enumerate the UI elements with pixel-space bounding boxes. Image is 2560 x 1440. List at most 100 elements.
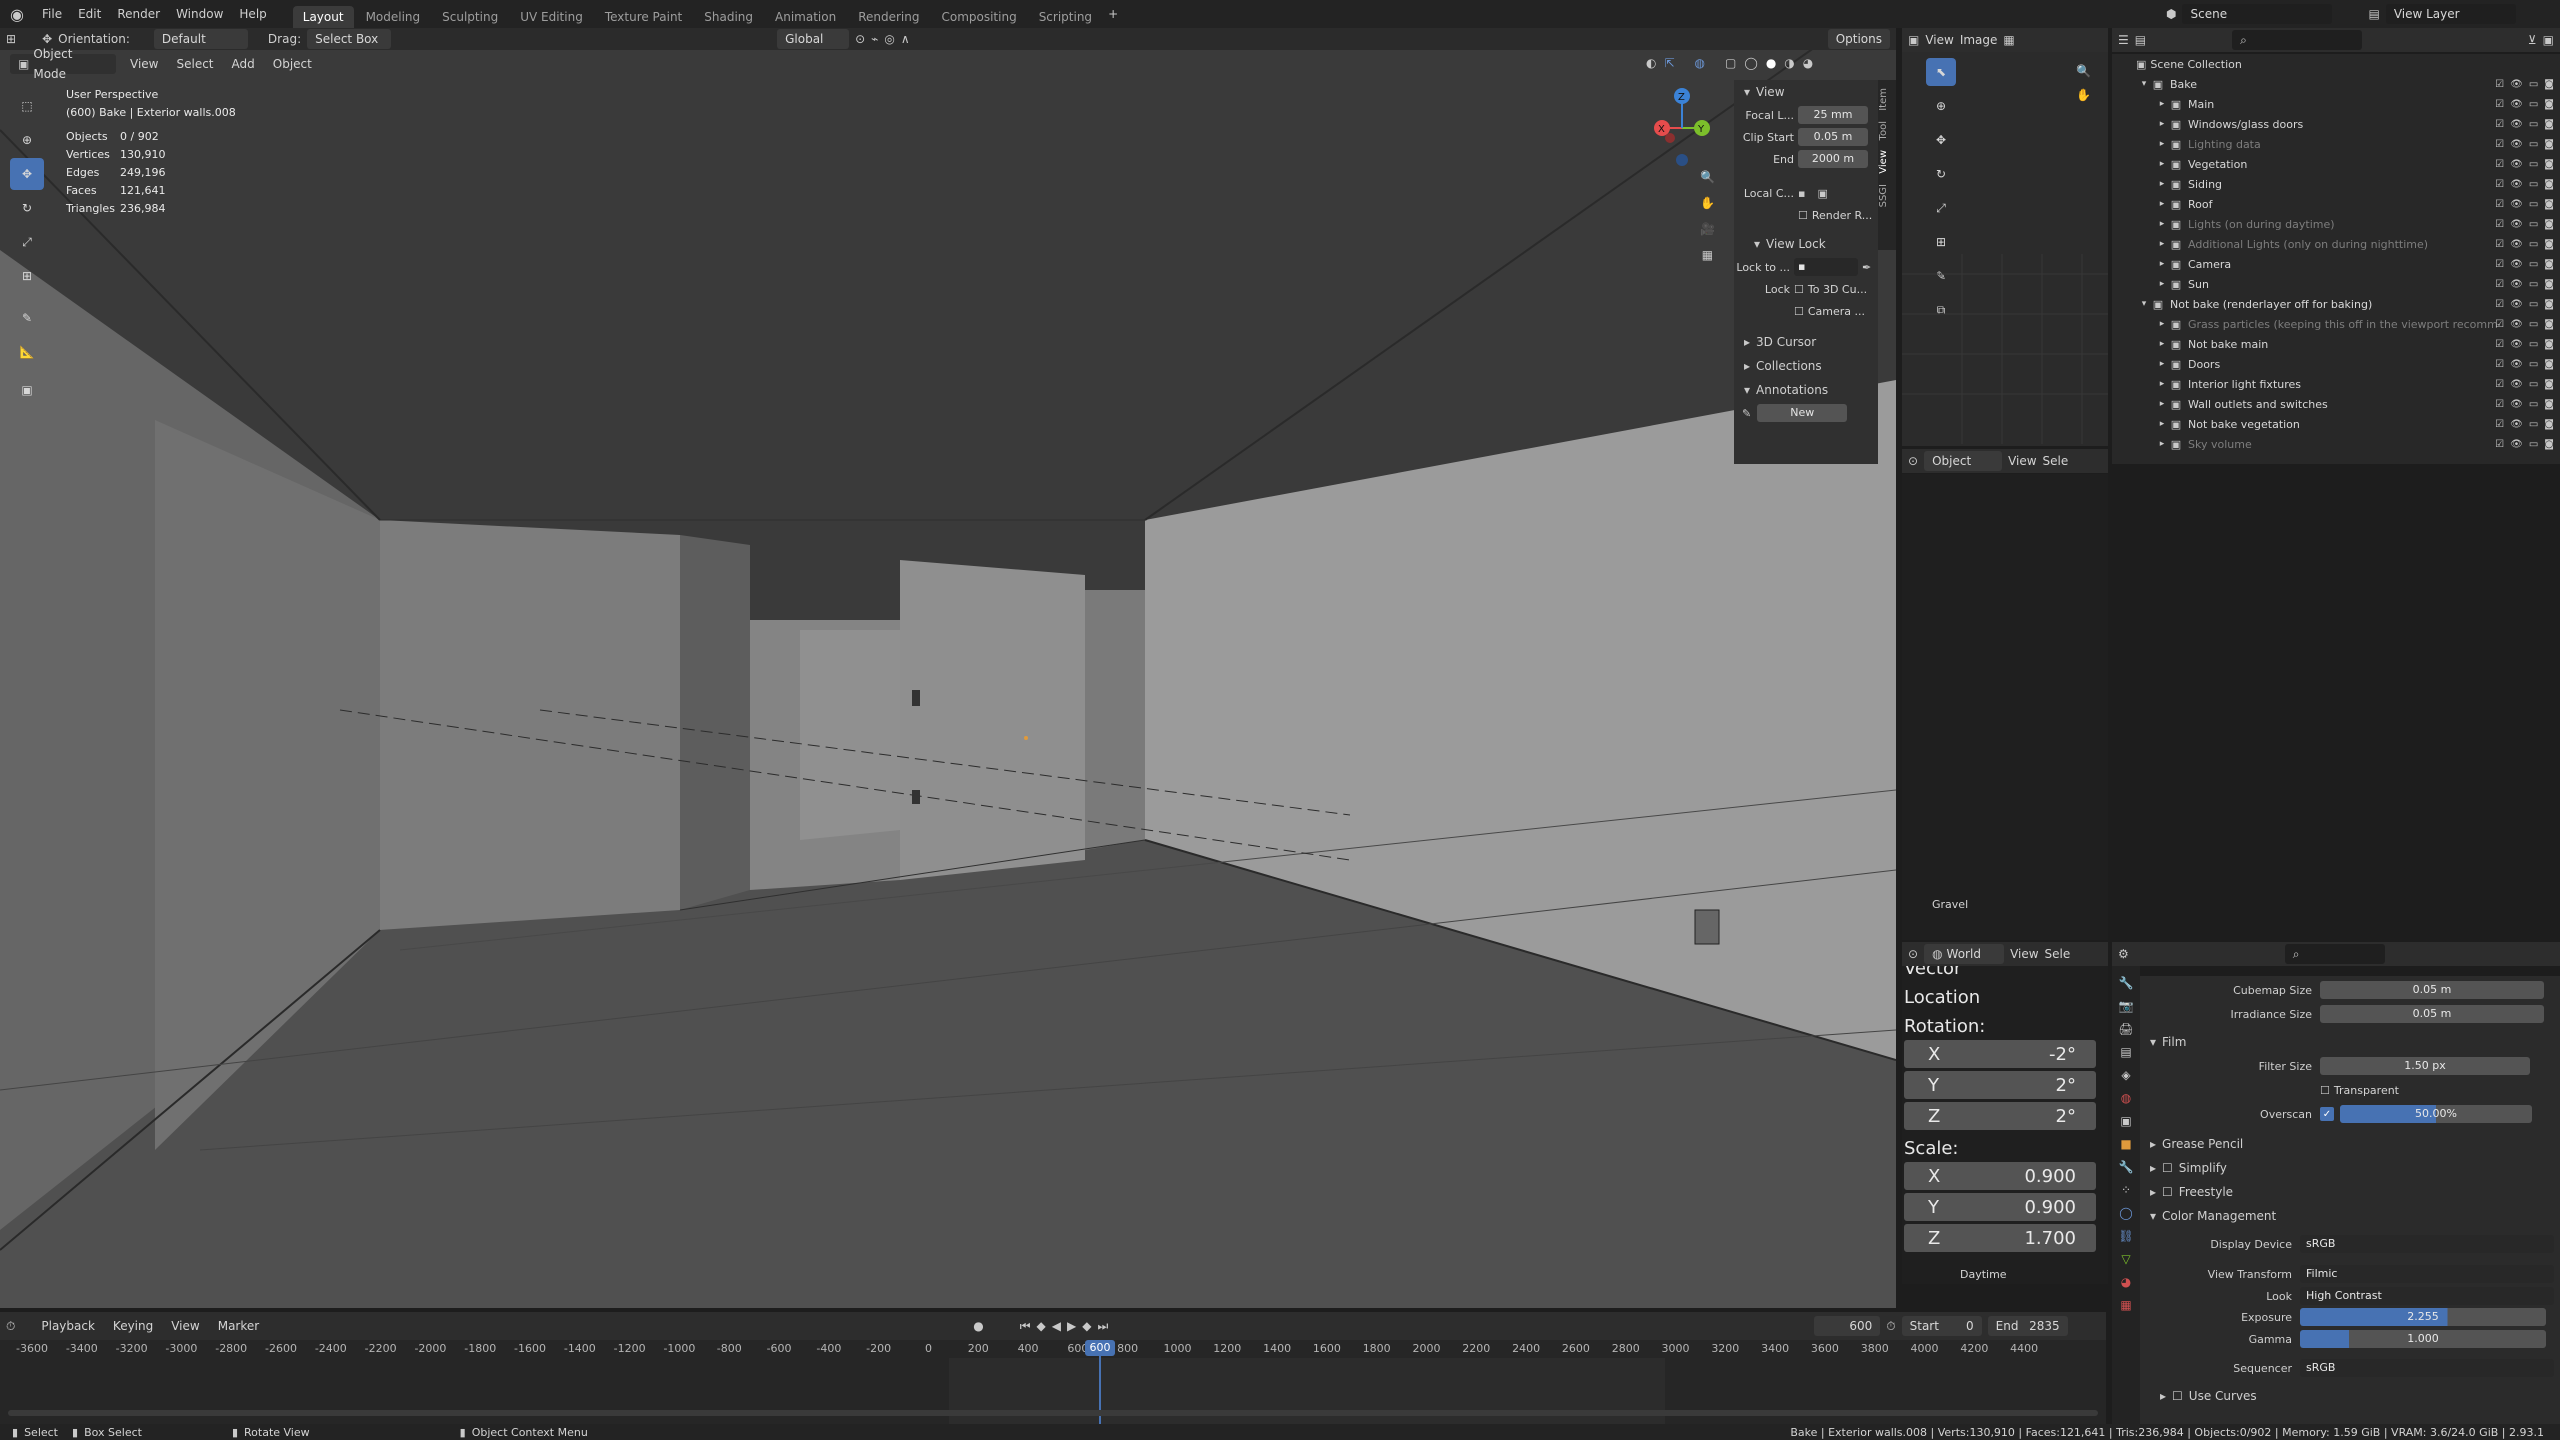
current-frame-field[interactable]: 600: [1814, 1316, 1881, 1336]
orientation-dropdown[interactable]: Default: [153, 29, 248, 49]
chevron-right-icon[interactable]: ▸: [2156, 279, 2168, 289]
camera-icon[interactable]: ◙: [2544, 179, 2554, 190]
focal-length-field[interactable]: 25 mm: [1798, 106, 1868, 124]
camera-icon[interactable]: ◙: [2544, 79, 2554, 90]
chevron-right-icon[interactable]: ▸: [2156, 179, 2168, 189]
exclude-checkbox-icon[interactable]: ☑: [2495, 379, 2504, 390]
zoom-icon[interactable]: 🔍: [1700, 170, 1715, 184]
viewport-menu-view[interactable]: View: [130, 57, 158, 71]
scene-selector[interactable]: Scene: [2182, 4, 2333, 24]
exclude-checkbox-icon[interactable]: ☑: [2495, 259, 2504, 270]
camera-icon[interactable]: ◙: [2544, 259, 2554, 270]
monitor-icon[interactable]: ▭: [2529, 219, 2538, 230]
monitor-icon[interactable]: ▭: [2529, 139, 2538, 150]
timeline-editor-icon[interactable]: ⏱: [6, 1319, 15, 1334]
chevron-right-icon[interactable]: ▸: [2156, 199, 2168, 209]
exclude-checkbox-icon[interactable]: ☑: [2495, 99, 2504, 110]
timeline-scrollbar[interactable]: [8, 1410, 2098, 1416]
filter-size-field[interactable]: 1.50 px: [2320, 1057, 2530, 1075]
view-section-header[interactable]: ▾ View: [1734, 80, 1878, 104]
exclude-checkbox-icon[interactable]: ☑: [2495, 179, 2504, 190]
outliner-row[interactable]: ▸ ▣ Not bake main ☑ 👁 ▭ ◙: [2112, 334, 2560, 354]
eye-icon[interactable]: 👁: [2510, 379, 2523, 390]
view-layer-tab-icon[interactable]: ▤: [2120, 1045, 2131, 1059]
monitor-icon[interactable]: ▭: [2529, 379, 2538, 390]
view-transform-dropdown[interactable]: Filmic: [2300, 1265, 2554, 1283]
gizmo-toggle-icon[interactable]: ⇱: [1664, 56, 1674, 70]
xray-icon[interactable]: ▢: [1725, 56, 1736, 70]
world-tab-icon[interactable]: ◍: [2121, 1091, 2131, 1105]
outliner-search[interactable]: ⌕: [2232, 30, 2363, 50]
camera-icon[interactable]: ◙: [2544, 359, 2554, 370]
image-pan-icon[interactable]: ✋: [2076, 88, 2091, 102]
cursor-tool-icon[interactable]: ⊕: [10, 124, 44, 156]
world-editor-type-icon[interactable]: ⊙: [1908, 947, 1918, 961]
new-collection-icon[interactable]: ▣: [2543, 33, 2554, 47]
camera-icon[interactable]: ◙: [2544, 139, 2554, 150]
eye-icon[interactable]: 👁: [2510, 119, 2523, 130]
lock-cursor-checkbox[interactable]: ☐: [1794, 283, 1804, 296]
exclude-checkbox-icon[interactable]: ☑: [2495, 339, 2504, 350]
outliner-row[interactable]: ▸ ▣ Wall outlets and switches ☑ 👁 ▭ ◙: [2112, 394, 2560, 414]
timeline-menu-keying[interactable]: Keying: [113, 1319, 153, 1333]
use-curves-checkbox[interactable]: ☐: [2172, 1389, 2183, 1403]
mode-dropdown[interactable]: ▣ Object Mode: [10, 47, 116, 81]
camera-icon[interactable]: ◙: [2544, 319, 2554, 330]
film-header[interactable]: ▾ Film: [2140, 1030, 2560, 1054]
eye-icon[interactable]: 👁: [2510, 179, 2523, 190]
scene-collection-row[interactable]: ▣ Scene Collection: [2112, 54, 2560, 74]
viewport-menu-add[interactable]: Add: [232, 57, 255, 71]
outliner-row[interactable]: ▾ ▣ Not bake (renderlayer off for baking) ☑…: [2112, 294, 2560, 314]
timeline-menu-view[interactable]: View: [171, 1319, 199, 1333]
clip-start-field[interactable]: 0.05 m: [1798, 128, 1868, 146]
workspace-tab-rendering[interactable]: Rendering: [848, 6, 929, 28]
workspace-tab-compositing[interactable]: Compositing: [931, 6, 1026, 28]
navigation-gizmo[interactable]: Y X Z: [1640, 86, 1720, 172]
rotation-y-field[interactable]: Y 2°: [1904, 1071, 2096, 1099]
chevron-right-icon[interactable]: ▸: [2156, 419, 2168, 429]
exclude-checkbox-icon[interactable]: ☑: [2495, 219, 2504, 230]
image-transform-icon[interactable]: ⊞: [1926, 228, 1956, 256]
npanel-section-collections[interactable]: ▸ Collections: [1734, 354, 1878, 378]
jump-end-icon[interactable]: ⏭: [1097, 1319, 1108, 1334]
camera-icon[interactable]: ◙: [2544, 379, 2554, 390]
eye-icon[interactable]: 👁: [2510, 299, 2523, 310]
image-image-menu[interactable]: Image: [1960, 33, 1998, 47]
use-curves-header[interactable]: ▸ ☐ Use Curves: [2140, 1384, 2560, 1408]
exclude-checkbox-icon[interactable]: ☑: [2495, 319, 2504, 330]
timeline-menu-marker[interactable]: Marker: [218, 1319, 259, 1333]
npanel-tab-view[interactable]: View: [1878, 150, 1896, 174]
menu-help[interactable]: Help: [231, 0, 274, 28]
display-device-dropdown[interactable]: sRGB: [2300, 1235, 2554, 1253]
workspace-tab-uv-editing[interactable]: UV Editing: [510, 6, 593, 28]
monitor-icon[interactable]: ▭: [2529, 99, 2538, 110]
irradiance-field[interactable]: 0.05 m: [2320, 1005, 2544, 1023]
properties-editor-icon[interactable]: ⚙: [2118, 947, 2129, 961]
modifier-tab-icon[interactable]: 🔧: [2119, 1160, 2134, 1174]
workspace-tab-animation[interactable]: Animation: [765, 6, 846, 28]
end-frame-field[interactable]: End 2835: [1987, 1316, 2068, 1336]
jump-start-icon[interactable]: ⏮: [1020, 1319, 1031, 1334]
object-tab-icon[interactable]: ■: [2120, 1137, 2131, 1151]
display-mode-icon[interactable]: ▤: [2135, 33, 2146, 47]
object-dropdown[interactable]: Object: [1924, 451, 2003, 471]
chevron-right-icon[interactable]: ▸: [2156, 219, 2168, 229]
image-move-icon[interactable]: ✥: [1926, 126, 1956, 154]
view-lock-header[interactable]: ▾ View Lock: [1734, 232, 1878, 256]
next-keyframe-icon[interactable]: ◆: [1082, 1319, 1091, 1333]
rotation-x-field[interactable]: X -2°: [1904, 1040, 2096, 1068]
monitor-icon[interactable]: ▭: [2529, 199, 2538, 210]
obj-select-menu[interactable]: Sele: [2043, 454, 2069, 468]
chevron-right-icon[interactable]: ▸: [2156, 119, 2168, 129]
eye-icon[interactable]: 👁: [2510, 279, 2523, 290]
monitor-icon[interactable]: ▭: [2529, 259, 2538, 270]
prev-keyframe-icon[interactable]: ◆: [1037, 1319, 1046, 1333]
exclude-checkbox-icon[interactable]: ☑: [2495, 139, 2504, 150]
outliner-row[interactable]: ▸ ▣ Doors ☑ 👁 ▭ ◙: [2112, 354, 2560, 374]
chevron-right-icon[interactable]: ▸: [2156, 339, 2168, 349]
workspace-tab-layout[interactable]: Layout: [292, 6, 354, 28]
exclude-checkbox-icon[interactable]: ☑: [2495, 299, 2504, 310]
timeline-menu-playback[interactable]: Playback: [41, 1319, 95, 1333]
monitor-icon[interactable]: ▭: [2529, 319, 2538, 330]
world-select-menu[interactable]: Sele: [2045, 947, 2071, 961]
